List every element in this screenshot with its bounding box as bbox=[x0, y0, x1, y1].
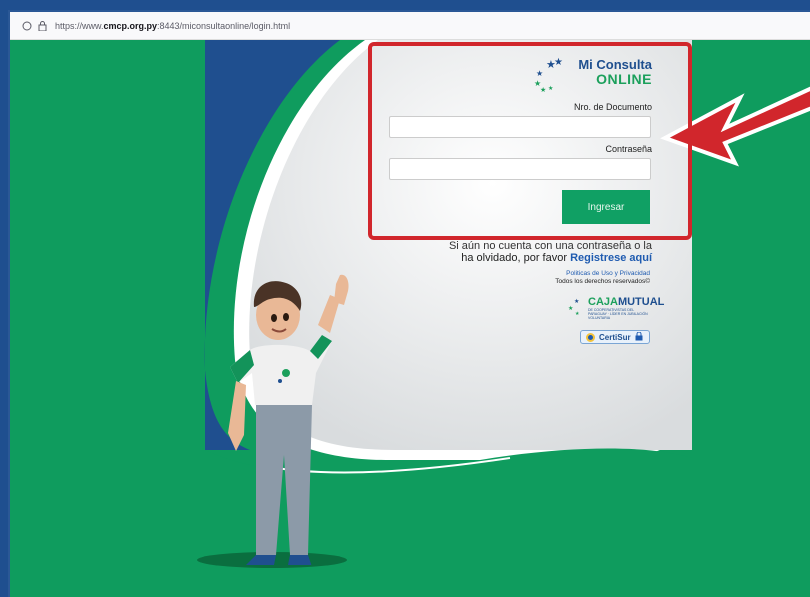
login-panel: ★ ★ ★ ★ ★ ★ Mi Consulta ONLINE Nro. de D… bbox=[368, 42, 692, 240]
svg-text:★: ★ bbox=[540, 86, 546, 94]
url-domain: cmcp.org.py bbox=[103, 20, 158, 31]
policy-block: Politicas de Uso y Privacidad Todos los … bbox=[555, 270, 650, 286]
caja-prefix: CAJA bbox=[588, 296, 618, 308]
stars-icon: ★ ★ ★ ★ ★ ★ bbox=[534, 57, 563, 94]
rights-text: Todos los derechos reservados© bbox=[555, 278, 650, 285]
certisur-icon bbox=[586, 332, 595, 342]
caja-name: CAJAMUTUAL bbox=[588, 296, 664, 308]
caja-tagline: DE COOPERATIVISTAS DEL PARAGUAY · LÍDER … bbox=[588, 308, 648, 320]
help-text: Si aún no cuenta con una contraseña o la… bbox=[392, 240, 652, 264]
svg-text:★: ★ bbox=[548, 85, 553, 92]
url-text[interactable]: https://www.cmcp.org.py:8443/miconsultao… bbox=[55, 21, 290, 31]
logo-line2: ONLINE bbox=[596, 71, 652, 87]
caja-suffix: MUTUAL bbox=[617, 296, 665, 308]
register-link[interactable]: Registrese aquí bbox=[570, 252, 652, 264]
help-line2: ha olvidado, por favor bbox=[461, 252, 571, 264]
svg-text:★: ★ bbox=[574, 298, 579, 305]
logo-line1: Mi Consulta bbox=[578, 57, 652, 72]
caja-mutual-logo: ★ ★ ★ CAJAMUTUAL DE COOPERATIVISTAS DEL … bbox=[568, 296, 664, 320]
address-bar[interactable]: https://www.cmcp.org.py:8443/miconsultao… bbox=[10, 12, 810, 40]
mascot-illustration bbox=[228, 274, 349, 565]
password-label: Contraseña bbox=[605, 144, 652, 154]
document-input[interactable] bbox=[389, 116, 651, 138]
svg-text:★: ★ bbox=[554, 57, 563, 68]
svg-text:★: ★ bbox=[575, 311, 580, 316]
login-page: ★ ★ ★ ★ ★ ★ Mi Consulta ONLINE Nro. de D… bbox=[10, 40, 810, 597]
url-prefix: https://www. bbox=[55, 20, 104, 31]
shield-icon bbox=[22, 21, 32, 31]
lock-icon[interactable] bbox=[38, 20, 47, 31]
url-path: :8443/miconsultaonline/login.html bbox=[157, 20, 291, 31]
padlock-icon bbox=[635, 331, 643, 343]
password-input[interactable] bbox=[389, 158, 651, 180]
certisur-label: CertiSur bbox=[599, 332, 631, 342]
policy-link[interactable]: Politicas de Uso y Privacidad bbox=[555, 270, 650, 278]
help-line1: Si aún no cuenta con una contraseña o la bbox=[448, 240, 652, 252]
login-button[interactable]: Ingresar bbox=[562, 190, 650, 224]
browser-window: https://www.cmcp.org.py:8443/miconsultao… bbox=[8, 10, 810, 597]
caja-stars-icon: ★ ★ ★ bbox=[568, 298, 580, 316]
app-logo: Mi Consulta ONLINE bbox=[578, 57, 652, 87]
svg-text:★: ★ bbox=[536, 69, 543, 78]
document-label: Nro. de Documento bbox=[573, 102, 652, 112]
svg-text:★: ★ bbox=[568, 305, 573, 312]
certisur-badge[interactable]: CertiSur bbox=[580, 330, 650, 344]
